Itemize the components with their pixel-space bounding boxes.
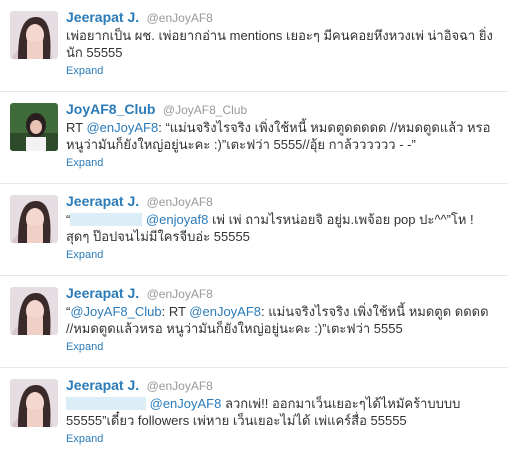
mention-link[interactable]: @enjoyaf8 xyxy=(146,212,208,227)
avatar[interactable] xyxy=(10,379,58,427)
user-name[interactable]: Jeerapat J. xyxy=(66,377,139,393)
tweet-text: RT @enJoyAF8: “แม่นจริงไรจริง เพิ่งใช้หน… xyxy=(66,119,498,153)
tweet-text: เพ่อยากเป็น ผช. เพ่อยากอ่าน mentions เยอ… xyxy=(66,27,498,61)
tweet-item[interactable]: Jeerapat J. @enJoyAF8 “@JoyAF8_Club: RT … xyxy=(0,276,508,368)
avatar[interactable] xyxy=(10,11,58,59)
tweet-header: Jeerapat J. @enJoyAF8 xyxy=(66,377,498,394)
avatar[interactable] xyxy=(10,195,58,243)
expand-link[interactable]: Expand xyxy=(66,432,103,447)
user-name[interactable]: Jeerapat J. xyxy=(66,9,139,25)
redacted-block xyxy=(66,397,146,410)
mention-link[interactable]: @JoyAF8_Club xyxy=(70,304,161,319)
mention-link[interactable]: @enJoyAF8 xyxy=(86,120,158,135)
user-handle[interactable]: @enJoyAF8 xyxy=(147,379,213,393)
tweet-header: Jeerapat J. @enJoyAF8 xyxy=(66,193,498,210)
expand-link[interactable]: Expand xyxy=(66,340,103,355)
club-photo-icon xyxy=(10,103,58,151)
user-name[interactable]: Jeerapat J. xyxy=(66,285,139,301)
tweet-item[interactable]: Jeerapat J. @enJoyAF8 “ @enjoyaf8 เพ่ เพ… xyxy=(0,184,508,276)
tweet-header: JoyAF8_Club @JoyAF8_Club xyxy=(66,101,498,118)
user-name[interactable]: Jeerapat J. xyxy=(66,193,139,209)
mention-link[interactable]: @enJoyAF8 xyxy=(150,396,222,411)
tweet-header: Jeerapat J. @enJoyAF8 xyxy=(66,9,498,26)
girl-portrait-icon xyxy=(10,195,58,243)
tweet-item[interactable]: Jeerapat J. @enJoyAF8 เพ่อยากเป็น ผช. เพ… xyxy=(0,0,508,92)
user-handle[interactable]: @JoyAF8_Club xyxy=(163,103,247,117)
avatar[interactable] xyxy=(10,103,58,151)
girl-portrait-icon xyxy=(10,379,58,427)
tweet-item[interactable]: JoyAF8_Club @JoyAF8_Club RT @enJoyAF8: “… xyxy=(0,92,508,184)
user-name[interactable]: JoyAF8_Club xyxy=(66,101,155,117)
girl-portrait-icon xyxy=(10,287,58,335)
tweet-item[interactable]: Jeerapat J. @enJoyAF8 @enJoyAF8 ลวกเพ่!!… xyxy=(0,368,508,462)
rt-infix: : RT xyxy=(161,304,190,319)
mention-link[interactable]: @enJoyAF8 xyxy=(189,304,261,319)
user-handle[interactable]: @enJoyAF8 xyxy=(147,287,213,301)
rt-prefix: RT xyxy=(66,120,87,135)
tweet-text: @enJoyAF8 ลวกเพ่!! ออกมาเว็นเยอะๆได้ไหมั… xyxy=(66,395,498,429)
expand-link[interactable]: Expand xyxy=(66,248,103,263)
tweet-text-body: เพ่อยากเป็น ผช. เพ่อยากอ่าน mentions เยอ… xyxy=(66,28,493,60)
girl-portrait-icon xyxy=(10,11,58,59)
expand-link[interactable]: Expand xyxy=(66,64,103,79)
redacted-block xyxy=(70,213,143,226)
avatar[interactable] xyxy=(10,287,58,335)
user-handle[interactable]: @enJoyAF8 xyxy=(147,195,213,209)
user-handle[interactable]: @enJoyAF8 xyxy=(147,11,213,25)
expand-link[interactable]: Expand xyxy=(66,156,103,171)
tweet-text: “ @enjoyaf8 เพ่ เพ่ ถามไรหน่อยจิ อยู่ม.เ… xyxy=(66,211,498,245)
tweet-header: Jeerapat J. @enJoyAF8 xyxy=(66,285,498,302)
tweet-timeline: Jeerapat J. @enJoyAF8 เพ่อยากเป็น ผช. เพ… xyxy=(0,0,508,462)
tweet-text: “@JoyAF8_Club: RT @enJoyAF8: แม่นจริงไรจ… xyxy=(66,303,498,337)
